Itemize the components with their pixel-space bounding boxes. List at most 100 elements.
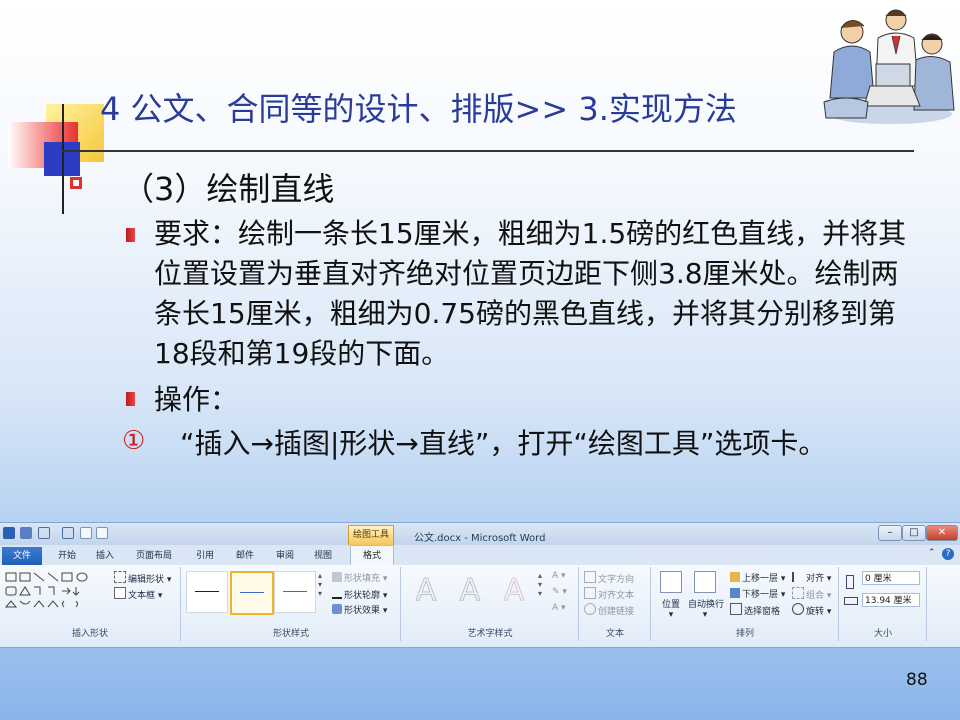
text-direction-button[interactable]: 文字方向 — [584, 571, 634, 585]
tab-format[interactable]: 格式 — [350, 545, 394, 566]
edit-shape-button[interactable]: 编辑形状 ▾ — [114, 571, 171, 585]
ribbon-tabs: 开始 插入 页面布局 引用 邮件 审阅 视图 ⌃ ? — [0, 545, 960, 566]
shape-fill-button[interactable]: 形状填充 ▾ — [332, 571, 387, 584]
position-label: 位置 — [661, 600, 680, 610]
help-icon[interactable]: ? — [942, 548, 954, 560]
group-shape-styles: ▴ ▾ ▾ 形状填充 ▾ 形状轮廓 ▾ 形状效果 ▾ 形状样式 — [182, 567, 401, 641]
width-icon — [844, 597, 858, 605]
requirement-bullet-icon — [126, 228, 135, 242]
requirement-text: 要求：绘制一条长15厘米，粗细为1.5磅的红色直线，并将其位置设置为垂直对齐绝对… — [154, 217, 907, 370]
wordart-style-2[interactable]: A — [450, 571, 490, 611]
align-text-button[interactable]: 对齐文本 — [584, 587, 634, 601]
close-button[interactable]: ✕ — [926, 525, 958, 541]
shape-style-red-line[interactable] — [274, 571, 316, 613]
word-ribbon-screenshot: 绘图工具 公文.docx - Microsoft Word – □ ✕ 开始 插… — [0, 522, 960, 648]
link-icon — [584, 603, 596, 615]
shape-height-input[interactable]: 0 厘米 — [862, 571, 920, 585]
wordart-scroll-icon[interactable]: ▴ ▾ ▾ — [538, 571, 542, 598]
word-titlebar: 绘图工具 公文.docx - Microsoft Word – □ ✕ — [0, 523, 960, 545]
group-button[interactable]: 组合 ▾ — [792, 587, 831, 601]
effects-icon — [332, 604, 342, 614]
fill-bucket-icon — [332, 572, 342, 582]
shape-style-blue-line[interactable] — [230, 571, 274, 615]
align-text-icon — [584, 587, 596, 599]
text-direction-label: 文字方向 — [598, 575, 635, 585]
shape-effects-button[interactable]: 形状效果 ▾ — [332, 603, 387, 616]
rotate-button[interactable]: 旋转 ▾ — [792, 603, 831, 617]
wordart-style-3[interactable]: A — [494, 571, 534, 611]
outline-pen-icon — [332, 587, 342, 599]
wrap-text-button[interactable]: 自动换行 ▾ — [688, 571, 724, 620]
position-button[interactable]: 位置 ▾ — [656, 571, 686, 620]
word-window-title: 公文.docx - Microsoft Word — [414, 533, 546, 544]
align-button[interactable]: 对齐 ▾ — [792, 571, 831, 584]
group-text: 文字方向 对齐文本 创建链接 文本 — [580, 567, 651, 641]
tab-page-layout[interactable]: 页面布局 — [136, 548, 172, 561]
undo-icon[interactable] — [38, 527, 50, 539]
save-icon[interactable] — [20, 527, 32, 539]
wordart-style-1[interactable]: A — [406, 571, 446, 611]
send-backward-button[interactable]: 下移一层 ▾ — [730, 587, 785, 600]
tab-insert[interactable]: 插入 — [96, 548, 114, 561]
group-label: 组合 — [806, 591, 825, 601]
title-underline — [62, 150, 914, 152]
shapes-gallery-icon[interactable] — [4, 571, 100, 611]
height-icon — [846, 575, 854, 589]
rotate-icon — [792, 603, 804, 615]
group-label-wordart: 艺术字样式 — [467, 629, 513, 639]
text-effects-icon[interactable]: A ▾ — [552, 603, 566, 613]
send-backward-label: 下移一层 — [742, 590, 779, 600]
word-logo-icon[interactable] — [3, 527, 15, 539]
ribbon-collapse-icon[interactable]: ⌃ — [928, 548, 936, 558]
page-number: 88 — [906, 670, 928, 690]
tab-file[interactable]: 文件 — [2, 547, 42, 565]
text-direction-icon — [584, 571, 596, 583]
edit-shape-icon — [114, 571, 126, 583]
gallery-scroll-icon[interactable]: ▴ ▾ ▾ — [318, 571, 322, 598]
create-link-button[interactable]: 创建链接 — [584, 603, 634, 617]
wrap-text-icon — [694, 571, 716, 593]
group-label-text: 文本 — [605, 629, 624, 639]
group-icon — [792, 587, 804, 599]
shape-width-input[interactable]: 13.94 厘米 — [862, 593, 920, 607]
tab-home[interactable]: 开始 — [58, 548, 76, 561]
open-doc-icon[interactable] — [96, 527, 108, 539]
text-box-icon — [114, 587, 126, 599]
tab-references[interactable]: 引用 — [196, 548, 214, 561]
shape-fill-label: 形状填充 — [344, 574, 381, 584]
heading-bullet-icon — [70, 177, 82, 189]
group-wordart-styles: A A A ▴ ▾ ▾ A ▾ ✎ ▾ A ▾ 艺术字样式 — [402, 567, 579, 641]
maximize-button[interactable]: □ — [902, 525, 926, 541]
shape-style-black-line[interactable] — [186, 571, 228, 613]
group-label-size: 大小 — [873, 629, 892, 639]
ribbon-body: 编辑形状 ▾ 文本框 ▾ 插入形状 ▴ ▾ ▾ 形状填充 ▾ 形状轮廓 ▾ 形状效果… — [0, 565, 960, 645]
bring-forward-label: 上移一层 — [742, 574, 779, 584]
shape-outline-button[interactable]: 形状轮廓 ▾ — [332, 587, 387, 601]
minimize-button[interactable]: – — [878, 525, 902, 541]
group-insert-shapes: 编辑形状 ▾ 文本框 ▾ 插入形状 — [0, 567, 181, 641]
rotate-label: 旋转 — [806, 607, 825, 617]
drawing-tools-context-tab[interactable]: 绘图工具 — [348, 525, 394, 545]
tab-mailings[interactable]: 邮件 — [236, 548, 254, 561]
operation-bullet-icon — [126, 392, 135, 406]
step-text: “插入→插图|形状→直线”，打开“绘图工具”选项卡。 — [180, 427, 827, 460]
group-label-insert-shapes: 插入形状 — [71, 629, 108, 639]
position-icon — [660, 571, 682, 593]
selection-pane-button[interactable]: 选择窗格 — [730, 603, 780, 617]
text-outline-icon[interactable]: ✎ ▾ — [552, 587, 567, 597]
text-box-button[interactable]: 文本框 ▾ — [114, 587, 162, 601]
group-arrange: 位置 ▾ 自动换行 ▾ 上移一层 ▾ 下移一层 ▾ 选择窗格 对齐 ▾ 组合 ▾ 旋… — [652, 567, 839, 641]
text-fill-icon[interactable]: A ▾ — [552, 571, 566, 581]
create-link-label: 创建链接 — [598, 607, 635, 617]
tab-review[interactable]: 审阅 — [276, 548, 294, 561]
bring-forward-icon — [730, 572, 740, 582]
bring-forward-button[interactable]: 上移一层 ▾ — [730, 571, 785, 584]
operation-label: 操作： — [154, 383, 239, 416]
step-number: ① — [122, 426, 146, 456]
slide-title: 4 公文、合同等的设计、排版>> 3.实现方法 — [100, 90, 737, 128]
new-doc-icon[interactable] — [80, 527, 92, 539]
title-vertical-rule — [62, 104, 64, 214]
redo-icon[interactable] — [62, 527, 74, 539]
selection-pane-label: 选择窗格 — [744, 607, 781, 617]
tab-view[interactable]: 视图 — [314, 548, 332, 561]
